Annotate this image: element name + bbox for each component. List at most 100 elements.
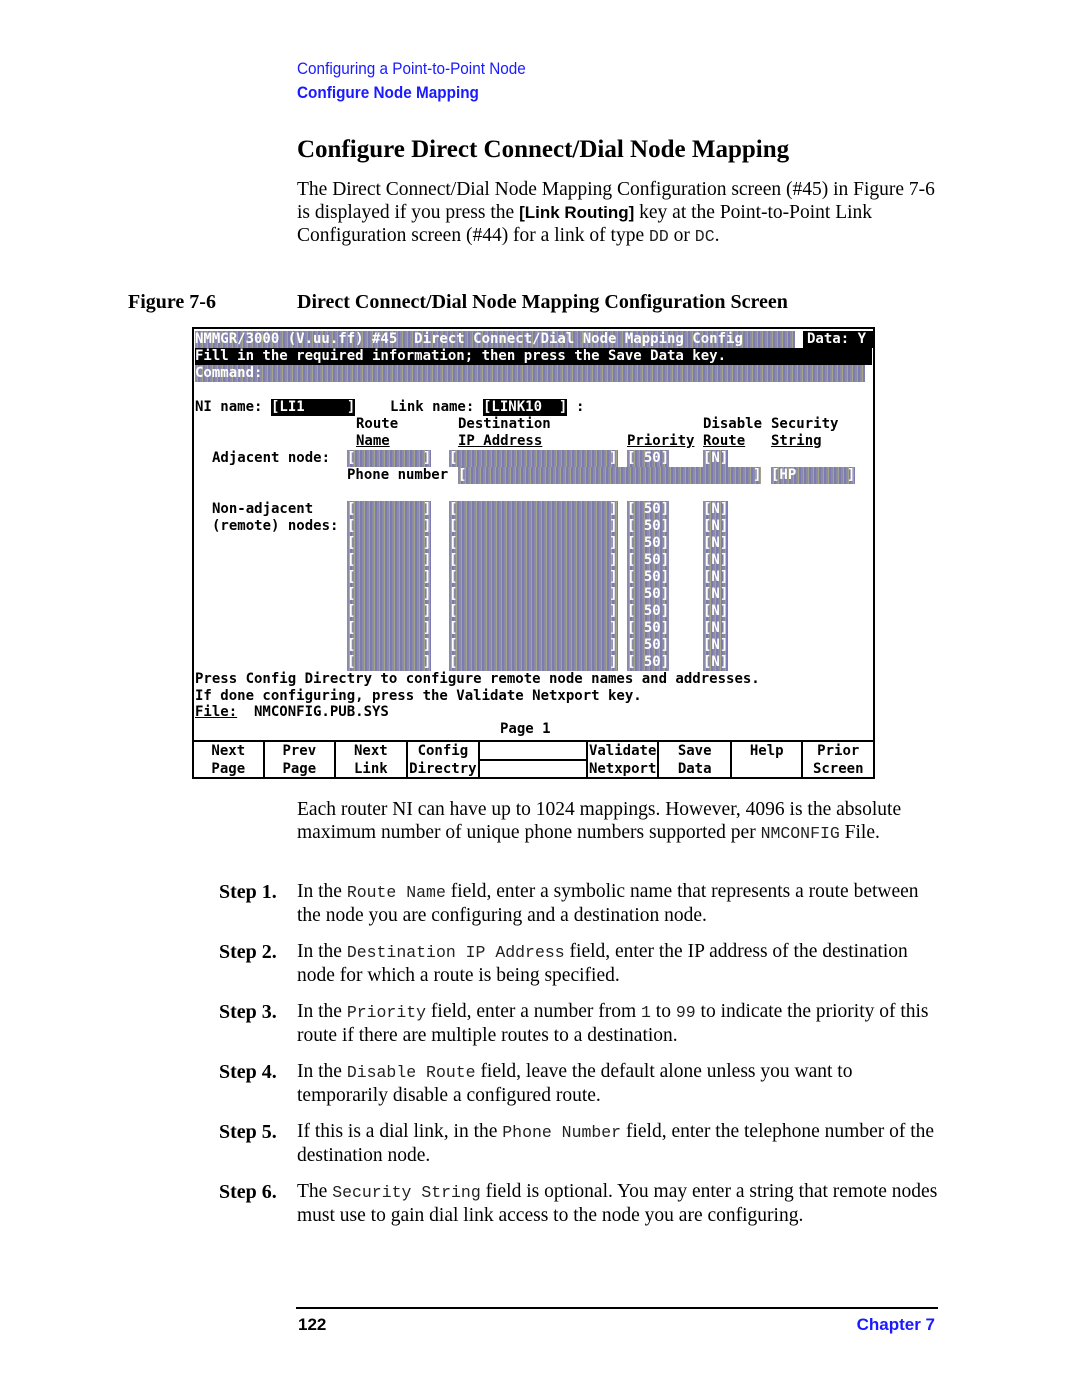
text-run: . <box>714 225 720 246</box>
remote-priority-field[interactable]: [ 50] <box>627 654 670 671</box>
inline-code: Priority <box>346 1003 427 1022</box>
remote-route-name-field[interactable]: [ ] <box>347 637 432 654</box>
adjacent-ip-field[interactable]: [ ] <box>449 450 618 467</box>
command-line[interactable]: Command: <box>195 365 865 382</box>
adjacent-node-label: Adjacent node: <box>212 450 331 466</box>
text-run: to <box>650 1001 676 1022</box>
step-label: Step 2. <box>219 941 277 963</box>
remote-route-name-field[interactable]: [ ] <box>347 620 432 637</box>
remote-node-row: [ ] [ ] [ 50] [N] <box>195 552 872 569</box>
section-heading: Configure Direct Connect/Dial Node Mappi… <box>297 136 790 163</box>
remote-route-name-field[interactable]: [ ] <box>347 518 432 535</box>
inline-code: Phone Number <box>502 1123 622 1142</box>
text-run: The <box>297 1181 333 1202</box>
remote-route-name-field[interactable]: [ ] <box>347 586 432 603</box>
remote-ip-field[interactable]: [ ] <box>449 586 618 603</box>
inline-code: Disable Route <box>346 1063 476 1082</box>
remote-priority-field[interactable]: [ 50] <box>627 552 670 569</box>
remote-node-row: [ ] [ ] [ 50] [N] <box>195 637 872 654</box>
ni-name-field[interactable]: [LI1 ] <box>271 399 356 416</box>
remote-ip-field[interactable]: [ ] <box>449 603 618 620</box>
inline-code: 99 <box>675 1003 696 1022</box>
function-key-blank[interactable] <box>480 742 588 777</box>
remote-priority-field[interactable]: [ 50] <box>627 518 670 535</box>
remote-node-row: [ ] [ ] [ 50] [N] <box>195 569 872 586</box>
remote-route-name-field[interactable]: [ ] <box>347 535 432 552</box>
text-run: In the <box>297 1001 347 1022</box>
link-colon: : <box>576 399 585 415</box>
remote-ip-field[interactable]: [ ] <box>449 552 618 569</box>
remote-priority-field[interactable]: [ 50] <box>627 501 670 518</box>
inline-code: Destination IP Address <box>346 943 565 962</box>
remote-disable-field[interactable]: [N] <box>703 637 729 654</box>
remote-priority-field[interactable]: [ 50] <box>627 620 670 637</box>
remote-priority-field[interactable]: [ 50] <box>627 603 670 620</box>
step-text: In the Destination IP Address field, ent… <box>297 940 947 987</box>
command-label: Command: <box>195 365 865 382</box>
remote-route-name-field[interactable]: [ ] <box>347 569 432 586</box>
remote-ip-field[interactable]: [ ] <box>449 518 618 535</box>
remote-priority-field[interactable]: [ 50] <box>627 586 670 603</box>
header-security: Security <box>771 416 839 432</box>
remote-disable-field[interactable]: [N] <box>703 654 729 671</box>
remote-ip-field[interactable]: [ ] <box>449 535 618 552</box>
remote-disable-field[interactable]: [N] <box>703 586 729 603</box>
function-key-config-directry[interactable]: Config Directry <box>408 742 481 777</box>
step-text: In the Disable Route field, leave the de… <box>297 1060 947 1107</box>
footer-rule <box>296 1307 938 1309</box>
adjacent-route-name-field[interactable]: [ ] <box>347 450 432 467</box>
header-name: Name <box>356 433 390 449</box>
remote-ip-field[interactable]: [ ] <box>449 637 618 654</box>
remote-route-name-field[interactable]: [ ] <box>347 654 432 671</box>
phone-number-field[interactable]: [ ] <box>458 467 762 484</box>
inline-code: DC <box>694 227 715 246</box>
remote-priority-field[interactable]: [ 50] <box>627 535 670 552</box>
text-run: In the <box>297 881 347 902</box>
remote-node-row: [ ] [ ] [ 50] [N] <box>195 603 872 620</box>
header-route: Route <box>703 433 746 449</box>
mapping-limits-paragraph: Each router NI can have up to 1024 mappi… <box>297 798 947 845</box>
function-key-validate-netxport[interactable]: Validate Netxport <box>588 742 660 777</box>
step-text: The Security String field is optional. Y… <box>297 1180 947 1227</box>
remote-ip-field[interactable]: [ ] <box>449 620 618 637</box>
figure-label: Figure 7-6 <box>128 291 216 313</box>
remote-disable-field[interactable]: [N] <box>703 552 729 569</box>
breadcrumb-current-link[interactable]: Configure Node Mapping <box>297 83 479 103</box>
remote-node-row: [ ] [ ] [ 50] [N] <box>195 501 872 518</box>
header-ip-address: IP Address <box>458 433 543 449</box>
header-string: String <box>771 433 822 449</box>
step-text: In the Priority field, enter a number fr… <box>297 1000 947 1047</box>
remote-disable-field[interactable]: [N] <box>703 569 729 586</box>
remote-route-name-field[interactable]: [ ] <box>347 501 432 518</box>
function-key-next-page[interactable]: Next Page <box>194 742 265 777</box>
remote-ip-field[interactable]: [ ] <box>449 569 618 586</box>
remote-disable-field[interactable]: [N] <box>703 603 729 620</box>
step-text: If this is a dial link, in the Phone Num… <box>297 1120 947 1167</box>
step-label: Step 6. <box>219 1181 277 1203</box>
inline-code: Route Name <box>346 883 446 902</box>
intro-paragraph: The Direct Connect/Dial Node Mapping Con… <box>297 178 947 248</box>
remote-ip-field[interactable]: [ ] <box>449 654 618 671</box>
remote-disable-field[interactable]: [N] <box>703 501 729 518</box>
function-key-prev-page[interactable]: Prev Page <box>265 742 337 777</box>
security-string-field[interactable]: [HP ] <box>771 467 856 484</box>
remote-priority-field[interactable]: [ 50] <box>627 637 670 654</box>
remote-route-name-field[interactable]: [ ] <box>347 552 432 569</box>
remote-disable-field[interactable]: [N] <box>703 535 729 552</box>
function-key-save-data[interactable]: Save Data <box>659 742 732 777</box>
data-flag: Data: Y <box>803 331 873 348</box>
remote-priority-field[interactable]: [ 50] <box>627 569 670 586</box>
remote-disable-field[interactable]: [N] <box>703 620 729 637</box>
remote-route-name-field[interactable]: [ ] <box>347 603 432 620</box>
function-key-help[interactable]: Help <box>732 742 804 777</box>
function-key-next-link[interactable]: Next Link <box>336 742 408 777</box>
adjacent-priority-field[interactable]: [ 50] <box>627 450 670 467</box>
chapter-link[interactable]: Chapter 7 <box>857 1315 935 1335</box>
remote-ip-field[interactable]: [ ] <box>449 501 618 518</box>
remote-node-row: [ ] [ ] [ 50] [N] <box>195 586 872 603</box>
remote-disable-field[interactable]: [N] <box>703 518 729 535</box>
link-name-field[interactable]: [LINK10 ] <box>483 399 568 416</box>
adjacent-disable-field[interactable]: [N] <box>703 450 729 467</box>
breadcrumb-parent-link[interactable]: Configuring a Point-to-Point Node <box>297 59 526 79</box>
function-key-prior-screen[interactable]: Prior Screen <box>803 742 873 777</box>
